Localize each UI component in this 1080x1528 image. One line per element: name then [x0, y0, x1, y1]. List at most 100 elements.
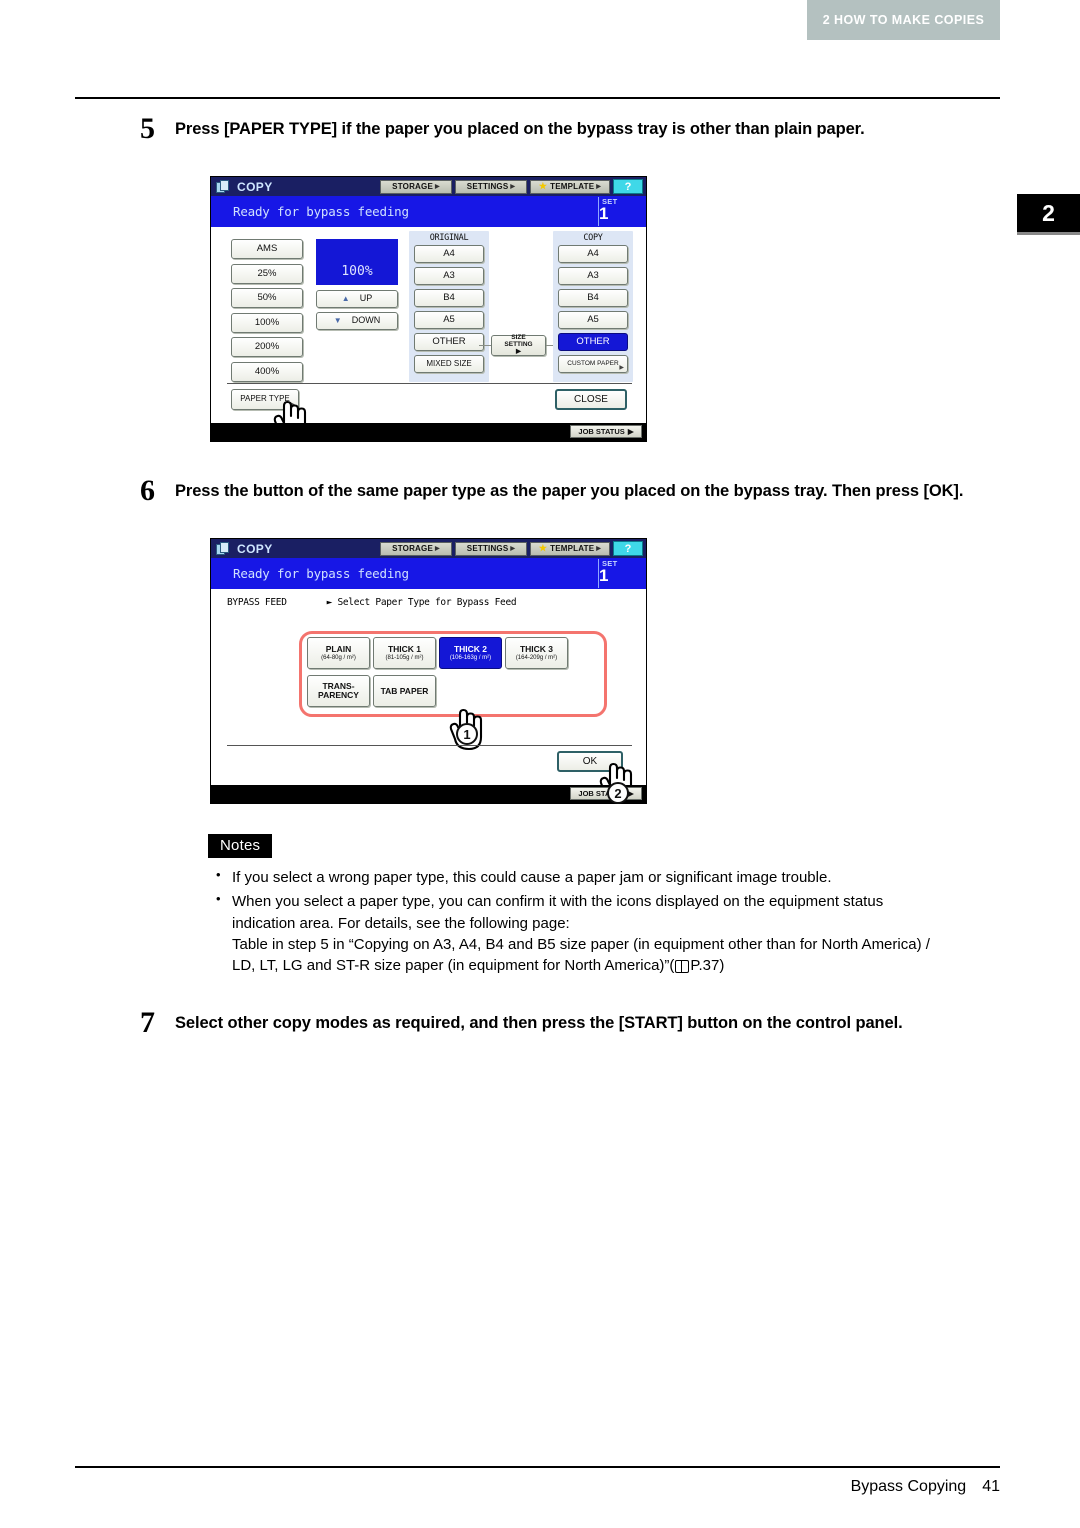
panel1-down-button[interactable]: ▼ DOWN — [316, 312, 398, 330]
notes-badge: Notes — [208, 834, 273, 858]
panel1-copy-a5[interactable]: A5 — [558, 311, 628, 329]
panel1-original-b4[interactable]: B4 — [414, 289, 484, 307]
panel1-size-setting-button[interactable]: SIZE SETTING ▶ — [491, 334, 546, 356]
chapter-tab-marker: 2 — [1017, 194, 1080, 235]
panel2-template-button[interactable]: TEMPLATE▶ — [530, 541, 610, 556]
panel1-storage-button[interactable]: STORAGE ▶ — [380, 179, 452, 194]
chapter-header-label: 2 HOW TO MAKE COPIES — [822, 13, 985, 27]
panel1-copy-a3[interactable]: A3 — [558, 267, 628, 285]
panel1-key-25[interactable]: 25% — [231, 263, 303, 284]
panel2-set-value: 1 — [599, 566, 609, 585]
panel2-set-counter: SET 1 — [598, 559, 642, 588]
arrow-right-icon: ▶ — [435, 184, 440, 190]
panel1-original-a3[interactable]: A3 — [414, 267, 484, 285]
copy-documents-icon — [216, 179, 231, 194]
note-line: indication area. For details, see the fo… — [232, 914, 570, 932]
panel1-key-400[interactable]: 400% — [231, 361, 303, 382]
step-5-number: 5 — [140, 112, 155, 145]
note-line: Table in step 5 in “Copying on A3, A4, B… — [232, 935, 930, 953]
paper-type-tab-paper[interactable]: TAB PAPER — [373, 675, 436, 707]
panel1-close-button[interactable]: CLOSE — [555, 389, 627, 410]
panel1-set-value: 1 — [599, 204, 609, 223]
note-line: If you select a wrong paper type, this c… — [232, 869, 832, 886]
panel1-zoom-ratio-column: AMS 25% 50% 100% 200% 400% — [231, 239, 303, 386]
note-line: LD, LT, LG and ST-R size paper (in equip… — [232, 957, 675, 975]
panel1-job-status-button[interactable]: JOB STATUS ▶ — [570, 425, 642, 438]
panel1-copy-other[interactable]: OTHER — [558, 333, 628, 351]
panel2-titlebar: COPY STORAGE▶ SETTINGS▶ TEMPLATE▶ ? — [211, 539, 646, 558]
panel1-copy-custom-paper[interactable]: CUSTOM PAPER ▶ — [558, 355, 628, 373]
step-5: 5 Press [PAPER TYPE] if the paper you pl… — [140, 114, 1020, 144]
note-item: When you select a paper type, you can co… — [208, 890, 1008, 976]
panel1-help-button[interactable]: ? — [613, 179, 643, 194]
panel1-copy-b4[interactable]: B4 — [558, 289, 628, 307]
panel1-key-100[interactable]: 100% — [231, 312, 303, 333]
breadcrumb: BYPASS FEED ► Select Paper Type for Bypas… — [227, 597, 517, 608]
panel1-copy-a4[interactable]: A4 — [558, 245, 628, 263]
panel2-status-message: Ready for bypass feeding — [233, 566, 409, 581]
panel1-key-200[interactable]: 200% — [231, 337, 303, 357]
step-7-text: Select other copy modes as required, and… — [175, 1014, 903, 1032]
note-line-with-reference: LD, LT, LG and ST-R size paper (in equip… — [232, 955, 1008, 976]
panel1-original-a4[interactable]: A4 — [414, 245, 484, 263]
paper-type-thick-3[interactable]: THICK 3 (164-209g / m²) — [505, 637, 568, 669]
panel1-original-mixed-size[interactable]: MIXED SIZE — [414, 355, 484, 373]
arrow-right-icon: ▶ — [596, 184, 602, 190]
panel1-status-message: Ready for bypass feeding — [233, 204, 409, 219]
chapter-tab-number: 2 — [1042, 199, 1055, 226]
panel1-up-button[interactable]: ▲ UP — [316, 290, 398, 308]
triangle-down-icon: ▼ — [333, 315, 342, 325]
panel1-key-ams[interactable]: AMS — [231, 239, 303, 259]
panel2-storage-button[interactable]: STORAGE ▶ — [380, 541, 452, 556]
panel1-body: AMS 25% 50% 100% 200% 400% 100% ▲ UP ▼ D… — [211, 227, 646, 443]
top-rule — [75, 97, 1000, 99]
callout-1: 1 — [456, 723, 478, 745]
panel2-footer-bar: JOB STATUS ▶ — [211, 785, 646, 803]
paper-type-plain[interactable]: PLAIN (64-80g / m²) — [307, 637, 370, 669]
panel2-title: COPY — [237, 541, 273, 556]
panel1-up-button-wrap: ▲ UP — [316, 290, 398, 308]
book-reference-icon — [675, 960, 690, 974]
paper-type-thick-2[interactable]: THICK 2 (106-163g / m²) — [439, 637, 502, 669]
panel1-original-a5[interactable]: A5 — [414, 311, 484, 329]
arrow-right-icon: ▶ — [510, 546, 516, 552]
panel2-job-status-button[interactable]: JOB STATUS ▶ — [570, 787, 642, 800]
panel1-set-label: SET — [602, 197, 618, 206]
note-line: When you select a paper type, you can co… — [232, 893, 884, 911]
panel1-ratio-display: 100% — [316, 239, 398, 285]
panel1-status-bar: Ready for bypass feeding SET 1 — [211, 196, 646, 227]
footer-section-label: Bypass Copying — [850, 1478, 967, 1495]
panel1-down-button-wrap: ▼ DOWN — [316, 312, 398, 330]
panel2-settings-button[interactable]: SETTINGS ▶ — [455, 541, 527, 556]
panel1-template-button[interactable]: TEMPLATE▶ — [530, 179, 610, 194]
copy-screen-panel-1: COPY STORAGE▶ SETTINGS▶ TEMPLATE▶ ? Read… — [210, 176, 647, 443]
panel2-status-bar: Ready for bypass feeding SET 1 — [211, 558, 646, 589]
chapter-header-band: 2 HOW TO MAKE COPIES — [807, 0, 1000, 40]
panel1-copy-header: COPY — [583, 233, 603, 243]
paper-type-thick-1[interactable]: THICK 1 (81-105g / m²) — [373, 637, 436, 669]
panel2-help-button[interactable]: ? — [613, 541, 643, 556]
bottom-rule — [75, 1466, 1000, 1468]
panel2-body: BYPASS FEED ► Select Paper Type for Bypas… — [211, 589, 646, 805]
panel1-titlebar: COPY STORAGE▶ SETTINGS▶ TEMPLATE▶ ? — [211, 177, 646, 196]
page-footer: Bypass Copying 41 — [75, 1478, 1000, 1496]
panel1-settings-button[interactable]: SETTINGS ▶ — [455, 179, 527, 194]
step-6-text: Press the button of the same paper type … — [175, 482, 964, 500]
panel1-title: COPY — [237, 179, 273, 194]
arrow-right-icon: ▶ — [627, 427, 634, 436]
panel1-connector-left — [479, 345, 491, 346]
paper-type-screen-panel-2: COPY STORAGE▶ SETTINGS▶ TEMPLATE▶ ? Read… — [210, 538, 647, 805]
breadcrumb-current: ► Select Paper Type for Bypass Feed — [326, 597, 517, 608]
note-item: If you select a wrong paper type, this c… — [208, 866, 1008, 888]
arrow-right-icon: ▶ — [510, 184, 516, 190]
paper-type-transparency-line2: PARENCY — [318, 690, 359, 700]
step-7: 7 Select other copy modes as required, a… — [140, 1008, 1020, 1038]
paper-type-transparency[interactable]: TRANS- PARENCY — [307, 675, 370, 707]
panel1-separator — [227, 383, 632, 384]
panel1-copy-column: COPY A4 A3 B4 A5 OTHER CUSTOM PAPER ▶ — [553, 231, 633, 382]
panel1-original-other[interactable]: OTHER — [414, 333, 484, 351]
panel1-key-50[interactable]: 50% — [231, 288, 303, 308]
arrow-right-icon: ▶ — [619, 364, 624, 371]
step-6-number: 6 — [140, 474, 155, 507]
panel2-set-label: SET — [602, 559, 618, 568]
